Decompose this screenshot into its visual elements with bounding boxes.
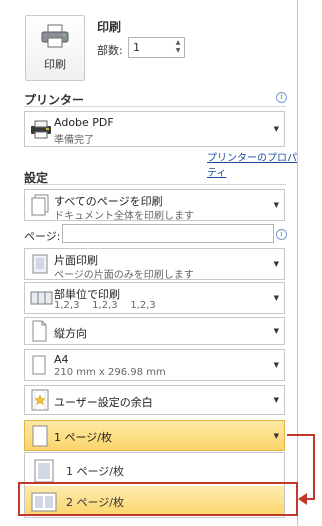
chevron-down-icon: ▼ bbox=[273, 260, 279, 268]
copies-input[interactable]: 1 ▲ ▼ bbox=[128, 37, 185, 58]
info-icon[interactable]: i bbox=[276, 92, 287, 103]
paper-size-icon bbox=[32, 355, 46, 375]
sides-sub: ページの片面のみを印刷します bbox=[54, 270, 194, 281]
print-button[interactable]: 印刷 bbox=[25, 15, 85, 81]
paper-size-sub: 210 mm x 296.98 mm bbox=[54, 367, 166, 378]
print-settings-panel: 印刷 印刷 部数: 1 ▲ ▼ プリンター i Adobe PDF 準備完了 ▼… bbox=[0, 0, 300, 526]
chevron-down-icon: ▼ bbox=[273, 431, 279, 440]
pages-per-sheet-icon bbox=[32, 425, 48, 446]
pages-per-sheet-title: 1 ページ/枚 bbox=[54, 431, 112, 444]
margins-title: ユーザー設定の余白 bbox=[54, 396, 153, 409]
copies-spinner[interactable]: ▲ ▼ bbox=[174, 39, 182, 55]
copies-value: 1 bbox=[133, 41, 140, 54]
print-title: 印刷 bbox=[97, 20, 122, 34]
one-page-icon bbox=[34, 459, 54, 483]
spin-up-icon[interactable]: ▲ bbox=[174, 39, 182, 47]
margins-icon bbox=[31, 389, 49, 411]
printer-properties-link[interactable]: プリンターのプロパティ bbox=[207, 149, 300, 179]
copies-label: 部数: bbox=[97, 44, 123, 57]
printer-dropdown[interactable]: Adobe PDF 準備完了 ▼ bbox=[24, 111, 285, 147]
sides-dropdown[interactable]: 片面印刷 ページの片面のみを印刷します ▼ bbox=[24, 248, 285, 281]
orientation-title: 縦方向 bbox=[54, 327, 87, 340]
printer-name: Adobe PDF bbox=[54, 116, 114, 129]
chevron-down-icon: ▼ bbox=[273, 201, 279, 209]
panel-border bbox=[297, 0, 298, 526]
paper-size-dropdown[interactable]: A4 210 mm x 296.98 mm ▼ bbox=[24, 349, 285, 381]
print-button-label: 印刷 bbox=[44, 58, 66, 71]
chevron-down-icon: ▼ bbox=[273, 327, 279, 335]
single-sided-icon bbox=[32, 254, 48, 274]
highlight-box bbox=[18, 482, 298, 516]
annotation-line bbox=[287, 434, 315, 436]
collated-icon bbox=[30, 291, 53, 305]
orientation-dropdown[interactable]: 縦方向 ▼ bbox=[24, 317, 285, 345]
collation-dropdown[interactable]: 部単位で印刷 1,2,3 1,2,3 1,2,3 ▼ bbox=[24, 282, 285, 314]
margins-dropdown[interactable]: ユーザー設定の余白 ▼ bbox=[24, 385, 285, 415]
option-label: 1 ページ/枚 bbox=[66, 465, 124, 478]
collation-sub: 1,2,3 1,2,3 1,2,3 bbox=[54, 300, 156, 311]
spin-down-icon[interactable]: ▼ bbox=[174, 47, 182, 55]
pages-label: ページ: bbox=[24, 230, 61, 243]
document-pages-icon bbox=[31, 194, 49, 216]
print-range-sub: ドキュメント全体を印刷します bbox=[54, 211, 194, 222]
annotation-line bbox=[313, 434, 315, 500]
portrait-icon bbox=[32, 320, 47, 342]
annotation-arrow-icon bbox=[298, 493, 307, 505]
chevron-down-icon: ▼ bbox=[273, 125, 279, 133]
printer-status: 準備完了 bbox=[54, 135, 94, 146]
divider bbox=[24, 184, 286, 185]
pages-per-sheet-dropdown[interactable]: 1 ページ/枚 ▼ bbox=[24, 420, 285, 451]
option-1-page-per-sheet[interactable]: 1 ページ/枚 bbox=[25, 455, 284, 485]
chevron-down-icon: ▼ bbox=[273, 396, 279, 404]
chevron-down-icon: ▼ bbox=[273, 361, 279, 369]
divider bbox=[24, 106, 286, 107]
print-range-dropdown[interactable]: すべてのページを印刷 ドキュメント全体を印刷します ▼ bbox=[24, 189, 285, 222]
chevron-down-icon: ▼ bbox=[273, 294, 279, 302]
printer-icon bbox=[41, 24, 69, 48]
info-icon[interactable]: i bbox=[276, 229, 287, 240]
pages-input[interactable] bbox=[62, 224, 274, 243]
printer-device-icon bbox=[31, 120, 51, 139]
paper-size-title: A4 bbox=[54, 353, 69, 366]
